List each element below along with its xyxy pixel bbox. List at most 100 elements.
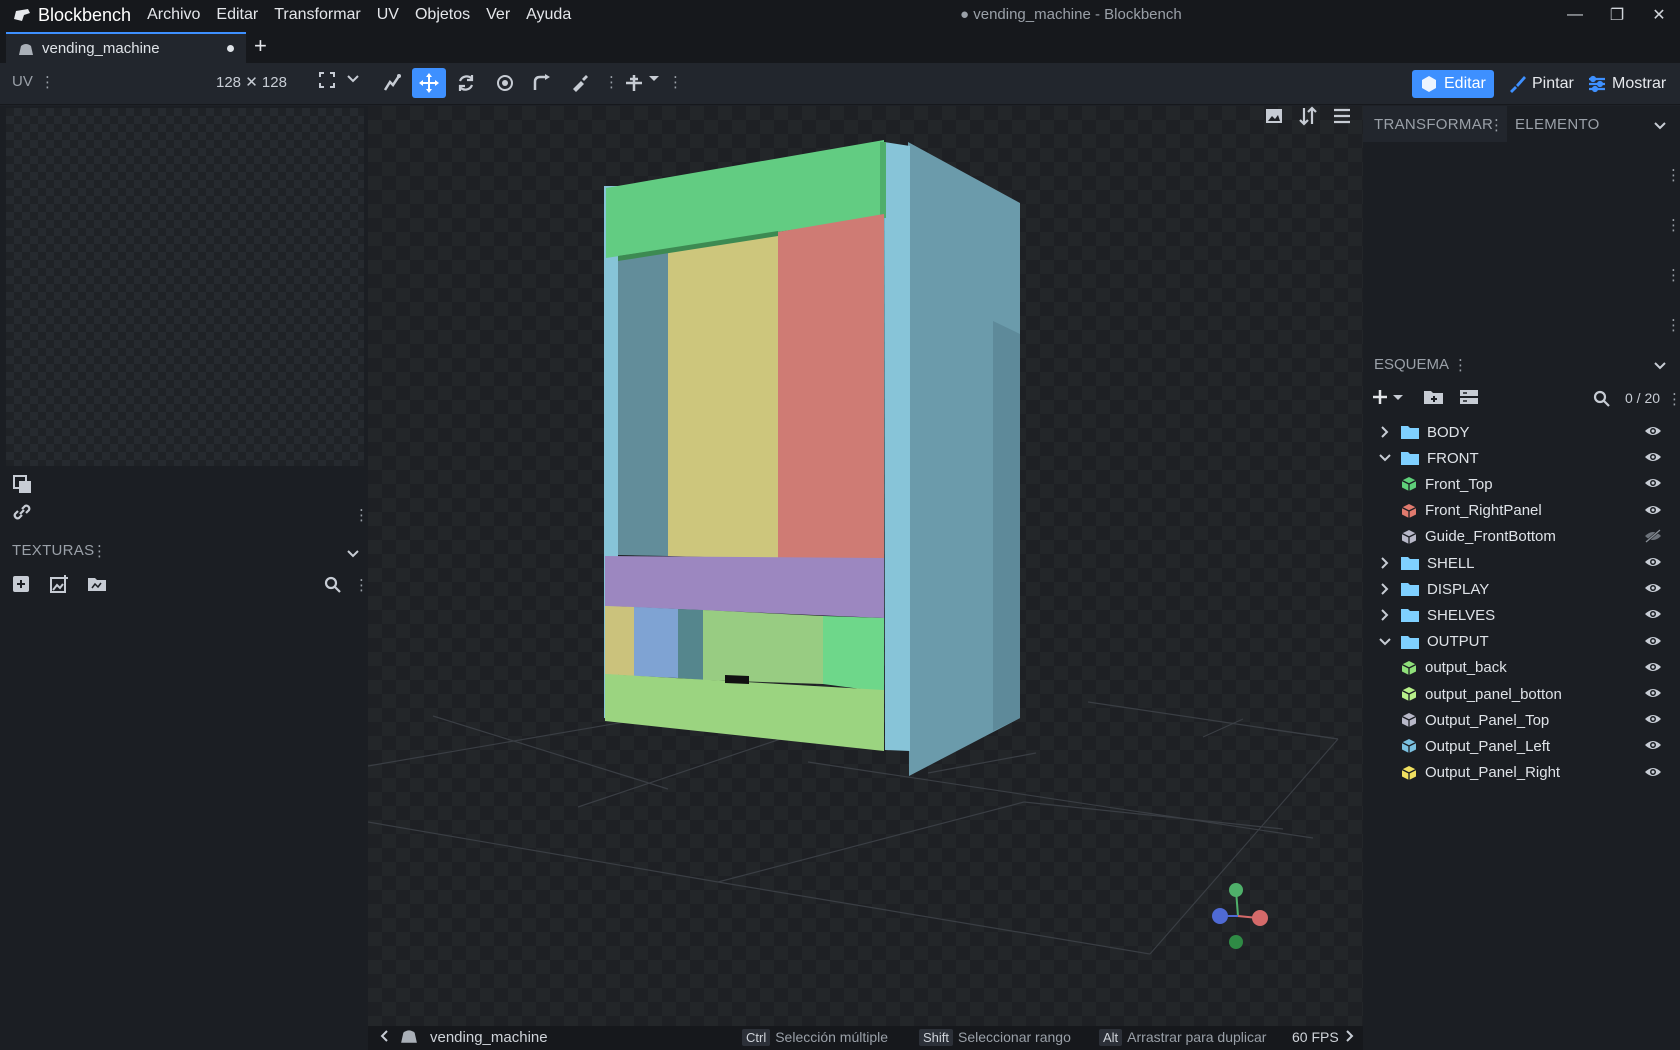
menu-objetos[interactable]: Objetos — [407, 6, 478, 24]
chevron-right-icon[interactable] — [1375, 582, 1395, 596]
outliner-cube-row[interactable]: output_back — [1363, 654, 1680, 682]
vertex-tool-icon[interactable] — [525, 68, 559, 98]
brush-tool-icon[interactable] — [562, 68, 596, 98]
panel-collapse-chevron-icon[interactable] — [1653, 118, 1667, 136]
outliner-cube-row[interactable]: Front_RightPanel — [1363, 497, 1680, 525]
uv-menu-dots-icon[interactable]: ⋮ — [40, 73, 55, 91]
link-icon[interactable] — [10, 502, 34, 526]
3d-viewport[interactable] — [368, 106, 1363, 1026]
pivot-tool-icon[interactable] — [488, 68, 522, 98]
visibility-eye-icon[interactable] — [1644, 503, 1662, 517]
minimize-icon[interactable]: — — [1554, 0, 1596, 30]
side-handle-dots-icon-4[interactable]: ⋮ — [1666, 316, 1680, 334]
transform-tab-dots-icon[interactable]: ⋮ — [1489, 116, 1504, 134]
restore-icon[interactable]: ❐ — [1596, 0, 1638, 30]
cube-icon — [1401, 529, 1417, 544]
rotate-tool-icon[interactable] — [449, 68, 483, 98]
side-handle-dots-icon-1[interactable]: ⋮ — [1666, 166, 1680, 184]
project-tab[interactable]: vending_machine — [6, 32, 246, 63]
visibility-eye-icon[interactable] — [1644, 686, 1662, 700]
add-group-icon[interactable] — [1423, 388, 1445, 410]
outliner-search-icon[interactable] — [1593, 390, 1611, 412]
transform-space-chevron-icon[interactable] — [648, 71, 660, 88]
textures-more-dots-icon[interactable]: ⋮ — [354, 576, 369, 594]
outliner-group-row[interactable]: BODY — [1363, 418, 1680, 446]
hint-shift-key: Shift — [919, 1029, 954, 1046]
textures-menu-dots-icon[interactable]: ⋮ — [92, 542, 107, 560]
collapse-all-icon[interactable] — [1459, 388, 1479, 410]
tab-element[interactable]: ELEMENTO — [1515, 116, 1600, 133]
textures-search-icon[interactable] — [324, 576, 342, 598]
outliner-group-row[interactable]: DISPLAY — [1363, 575, 1680, 603]
visibility-eye-icon[interactable] — [1644, 607, 1662, 621]
menu-ayuda[interactable]: Ayuda — [518, 6, 579, 24]
visibility-eye-icon[interactable] — [1644, 765, 1662, 779]
status-next-icon[interactable] — [1344, 1029, 1356, 1046]
outliner-cube-row[interactable]: Output_Panel_Left — [1363, 732, 1680, 760]
visibility-eye-icon[interactable] — [1644, 476, 1662, 490]
side-handle-dots-icon-2[interactable]: ⋮ — [1666, 216, 1680, 234]
mode-edit-button[interactable]: Editar — [1412, 70, 1494, 98]
uv-editor-canvas[interactable] — [6, 108, 364, 466]
viewport-menu-icon[interactable] — [1332, 106, 1352, 130]
visibility-eye-icon[interactable] — [1644, 424, 1662, 438]
tab-bar: vending_machine + — [0, 30, 1680, 63]
mode-paint-button[interactable]: Pintar — [1500, 70, 1582, 98]
visibility-eye-icon[interactable] — [1644, 634, 1662, 648]
outliner-cube-row[interactable]: Output_Panel_Top — [1363, 706, 1680, 734]
outliner-group-row[interactable]: SHELL — [1363, 549, 1680, 577]
outliner-group-row[interactable]: SHELVES — [1363, 601, 1680, 629]
side-handle-dots-icon-3[interactable]: ⋮ — [1666, 266, 1680, 284]
visibility-eye-icon[interactable] — [1644, 450, 1662, 464]
outliner-group-row[interactable]: OUTPUT — [1363, 628, 1680, 656]
menu-ver[interactable]: Ver — [478, 6, 518, 24]
add-texture-icon[interactable] — [10, 574, 32, 598]
transform-space-icon[interactable] — [617, 68, 651, 98]
scene-canvas[interactable] — [368, 106, 1363, 1026]
visibility-eye-icon[interactable] — [1644, 660, 1662, 674]
vertex-snap-icon[interactable] — [375, 68, 409, 98]
axis-gizmo[interactable] — [1212, 883, 1268, 949]
toolbar-dots-icon-2[interactable]: ⋮ — [668, 73, 683, 91]
tab-transform[interactable]: TRANSFORMAR — [1374, 116, 1493, 133]
chevron-right-icon[interactable] — [1375, 425, 1395, 439]
add-element-icon[interactable] — [1371, 388, 1407, 410]
status-prev-icon[interactable] — [378, 1029, 390, 1046]
copy-uv-icon[interactable] — [12, 474, 34, 498]
new-tab-plus-icon[interactable]: + — [254, 33, 267, 59]
sort-arrows-icon[interactable] — [1298, 106, 1318, 130]
uv-tools-dots-icon[interactable]: ⋮ — [354, 506, 369, 524]
outliner-collapse-chevron-icon[interactable] — [1653, 358, 1667, 376]
outliner-cube-row[interactable]: Output_Panel_Right — [1363, 759, 1680, 787]
menu-archivo[interactable]: Archivo — [139, 6, 208, 24]
outliner-menu-dots-icon[interactable]: ⋮ — [1453, 356, 1468, 374]
mode-display-button[interactable]: Mostrar — [1580, 70, 1674, 98]
chevron-right-icon[interactable] — [1375, 556, 1395, 570]
outliner-group-row[interactable]: FRONT — [1363, 444, 1680, 472]
visibility-eye-icon[interactable] — [1644, 738, 1662, 752]
background-image-icon[interactable] — [1264, 106, 1284, 130]
close-icon[interactable]: ✕ — [1638, 0, 1680, 30]
uv-size[interactable]: 128 ✕ 128 — [216, 73, 287, 91]
chevron-down-icon[interactable] — [1375, 635, 1395, 649]
textures-collapse-chevron-icon[interactable] — [346, 546, 360, 564]
visibility-eye-icon[interactable] — [1644, 555, 1662, 569]
menu-uv[interactable]: UV — [369, 6, 407, 24]
menu-editar[interactable]: Editar — [208, 6, 266, 24]
visibility-eye-icon[interactable] — [1644, 712, 1662, 726]
new-texture-icon[interactable] — [48, 574, 70, 598]
outliner-cube-row[interactable]: output_panel_botton — [1363, 680, 1680, 708]
visibility-hidden-icon[interactable] — [1644, 528, 1662, 543]
texture-folder-icon[interactable] — [86, 574, 108, 598]
chevron-right-icon[interactable] — [1375, 608, 1395, 622]
unsaved-dot-icon[interactable] — [227, 45, 234, 52]
visibility-eye-icon[interactable] — [1644, 581, 1662, 595]
outliner-cube-row[interactable]: Guide_FrontBottom — [1363, 523, 1680, 551]
outliner-more-dots-icon[interactable]: ⋮ — [1667, 390, 1680, 408]
chevron-down-icon[interactable] — [346, 71, 360, 89]
outliner-cube-row[interactable]: Front_Top — [1363, 470, 1680, 498]
menu-transformar[interactable]: Transformar — [266, 6, 369, 24]
fullscreen-icon[interactable] — [318, 71, 336, 93]
chevron-down-icon[interactable] — [1375, 451, 1395, 465]
move-tool-icon[interactable] — [412, 68, 446, 98]
